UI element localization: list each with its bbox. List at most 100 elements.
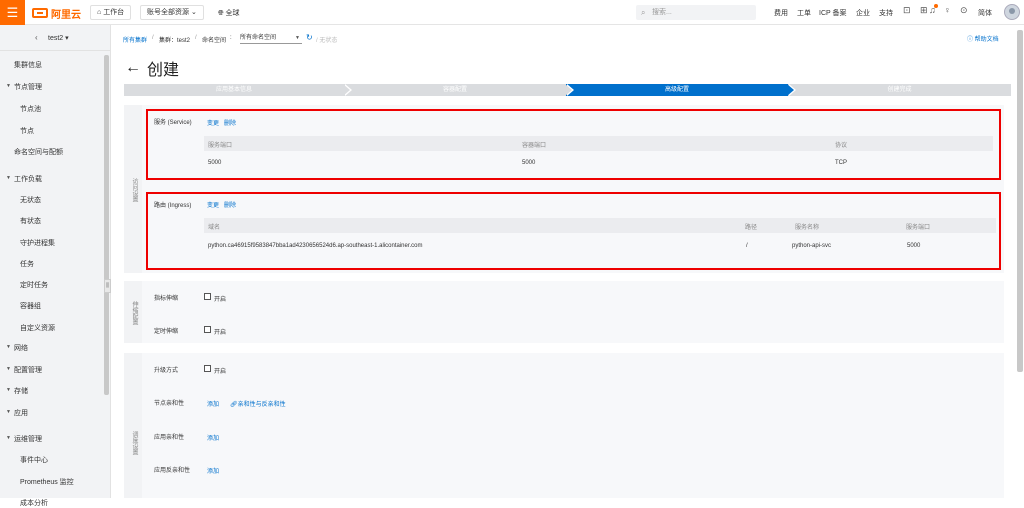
cron-hpa-checkbox[interactable] (204, 326, 211, 333)
globe-icon: 🌐︎ (218, 10, 226, 17)
terminal-icon[interactable]: ⊡ (903, 5, 911, 16)
account-resources-label: 账号全部资源 (147, 9, 189, 16)
expand-caret-icon[interactable]: ▼ (6, 435, 11, 441)
lightbulb-icon[interactable]: ♀ (944, 5, 951, 15)
nav-icp[interactable]: ICP 备案 (819, 8, 847, 18)
hpa-checkbox-label[interactable]: 开启 (214, 294, 226, 303)
menu-icon[interactable]: ☰ (0, 0, 25, 25)
service-delete-link[interactable]: 删除 (224, 118, 236, 127)
scaling-section-side: 伸缩配置 (124, 281, 142, 343)
affinity-doc-label: 亲和性与反亲和性 (237, 402, 286, 408)
service-edit-link[interactable]: 变更 (207, 118, 219, 127)
logo[interactable]: 阿里云 (32, 7, 81, 21)
step-complete: 创建完成 (788, 84, 1011, 96)
hpa-checkbox[interactable] (204, 293, 211, 300)
refresh-icon[interactable]: ↻ (306, 33, 313, 42)
expand-caret-icon[interactable]: ▼ (6, 387, 11, 393)
nav-support[interactable]: 支持 (879, 8, 893, 18)
avatar[interactable] (1004, 4, 1020, 20)
link-icon: 🔗︎ (230, 402, 238, 408)
namespace-value: 所有命名空间 (240, 35, 277, 41)
ingress-delete-link[interactable]: 删除 (224, 200, 236, 209)
question-icon: ⓘ (967, 37, 975, 43)
sidebar-item[interactable]: 有状态 (20, 216, 41, 226)
expand-caret-icon[interactable]: ▼ (6, 83, 11, 89)
hpa-label: 指标伸缩 (154, 296, 179, 302)
step-divider (343, 84, 350, 96)
sidebar-item[interactable]: 配置管理 (14, 365, 42, 375)
sidebar-item[interactable]: 网络 (14, 343, 28, 353)
sidebar-item[interactable]: 节点 (20, 126, 34, 136)
sidebar-scrollbar[interactable] (104, 55, 109, 395)
step-divider (565, 84, 572, 96)
workbench-button[interactable]: ⌂ 工作台 (90, 5, 132, 20)
expand-caret-icon[interactable]: ▼ (6, 409, 11, 415)
nav-tickets[interactable]: 工单 (797, 8, 811, 18)
sidebar-item[interactable]: 事件中心 (20, 455, 48, 465)
back-icon[interactable]: ‹ (35, 33, 38, 42)
breadcrumb-colon: : (230, 35, 232, 41)
region-select[interactable]: 🌐︎ 全球 (218, 8, 240, 18)
step-container-config: 容器配置 (344, 84, 566, 96)
account-resources-select[interactable]: 账号全部资源 ⌄ (140, 5, 204, 20)
domain-header: 域名 (208, 225, 221, 231)
cluster-name: test2 (48, 35, 64, 42)
sidebar-item[interactable]: 定时任务 (20, 280, 48, 290)
help-doc-link[interactable]: ⓘ 帮助文档 (967, 34, 999, 43)
sidebar-item[interactable]: 存储 (14, 386, 28, 396)
sidebar: ‹ test2 ▾ 集群信息 ▼ 节点管理 节点池 节点 命名空间与配额 ▼ 工作负载 无状态有… (0, 25, 111, 507)
sidebar-item[interactable]: 工作负载 (14, 174, 42, 184)
expand-caret-icon[interactable]: ▼ (6, 366, 11, 372)
region-label: 全球 (225, 10, 240, 17)
sidebar-item[interactable]: 成本分析 (20, 498, 48, 508)
breadcrumb-stateless-label: 无状态 (319, 38, 338, 44)
sidebar-item[interactable]: 集群信息 (14, 60, 42, 70)
expand-caret-icon[interactable]: ▼ (6, 175, 11, 181)
sidebar-item[interactable]: 守护进程集 (20, 238, 55, 248)
main-scrollbar[interactable] (1017, 30, 1023, 372)
nav-enterprise[interactable]: 企业 (856, 8, 870, 18)
cron-hpa-checkbox-label[interactable]: 开启 (214, 327, 226, 336)
sidebar-item[interactable]: 命名空间与配额 (14, 147, 63, 157)
sidebar-item[interactable]: 应用 (14, 408, 28, 418)
app-anti-affinity-add-link[interactable]: 添加 (207, 466, 219, 475)
sidebar-item[interactable]: 节点池 (20, 104, 41, 114)
cluster-select[interactable]: test2 ▾ (48, 34, 69, 42)
service-name-value: python-api-svc (792, 243, 832, 249)
upgrade-label: 升级方式 (154, 368, 179, 374)
logo-text: 阿里云 (51, 9, 81, 21)
sidebar-item[interactable]: 运维管理 (14, 434, 42, 444)
upgrade-checkbox-label[interactable]: 开启 (214, 366, 226, 375)
cron-hpa-label: 定时伸缩 (154, 329, 179, 335)
collapse-sidebar-icon[interactable]: ⫼ (104, 279, 111, 293)
sidebar-item[interactable]: 任务 (20, 259, 34, 269)
search-placeholder: 搜索... (652, 9, 672, 16)
protocol-header: 协议 (835, 143, 848, 149)
help-doc-label: 帮助文档 (974, 37, 999, 43)
ingress-edit-link[interactable]: 变更 (207, 200, 219, 209)
sidebar-item[interactable]: 无状态 (20, 195, 41, 205)
affinity-doc-link[interactable]: 🔗︎亲和性与反亲和性 (230, 399, 286, 408)
sidebar-item[interactable]: 自定义资源 (20, 323, 55, 333)
scheduling-section-title: 调度设置 (131, 431, 137, 455)
breadcrumb-cluster: 集群：test2 (159, 38, 191, 44)
breadcrumb-all-clusters[interactable]: 所有集群 (123, 35, 147, 44)
sidebar-item[interactable]: 容器组 (20, 301, 41, 311)
help-icon[interactable]: ⊙ (960, 5, 968, 16)
upgrade-checkbox[interactable] (204, 365, 211, 372)
namespace-select[interactable]: 所有命名空间 ▼ (240, 32, 302, 44)
sidebar-item[interactable]: Prometheus 监控 (20, 477, 74, 487)
notification-dot (934, 4, 938, 8)
back-arrow-icon[interactable]: ← (125, 59, 141, 77)
app-affinity-add-link[interactable]: 添加 (207, 433, 219, 442)
sidebar-item[interactable]: 节点管理 (14, 82, 42, 92)
ingress-service-port-header: 服务端口 (906, 225, 931, 231)
logo-icon (32, 8, 48, 18)
language-select[interactable]: 简体 (978, 8, 992, 18)
cart-icon[interactable]: ⊞ (920, 5, 928, 16)
nav-fees[interactable]: 费用 (774, 8, 788, 18)
search-input[interactable]: ⌕ 搜索... (636, 5, 756, 20)
node-affinity-add-link[interactable]: 添加 (207, 399, 219, 408)
expand-caret-icon[interactable]: ▼ (6, 344, 11, 350)
top-bar: ☰ 阿里云 ⌂ 工作台 账号全部资源 ⌄ 🌐︎ 全球 ⌕ 搜索... 费用 工单 … (0, 0, 1024, 25)
